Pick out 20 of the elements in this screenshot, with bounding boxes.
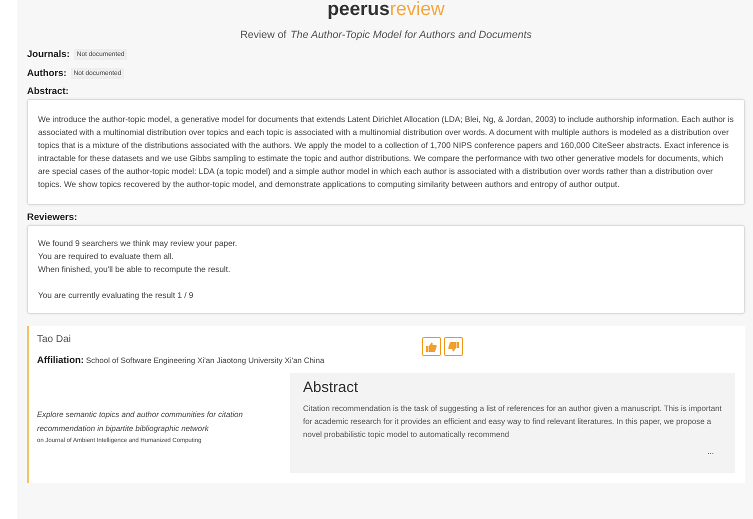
info-text: When finished, you'll be able to recompute the result. <box>38 264 232 276</box>
paper-title: The Author-Topic Model for Authors and Documents <box>290 29 532 41</box>
affiliation-label: Affiliation: <box>37 355 84 366</box>
candidate-name: Tao Dai <box>37 334 72 345</box>
logo: peerusreview <box>326 0 446 20</box>
status-text: You are currently evaluating the result 1 / 9 <box>38 290 194 302</box>
meta-label: Authors: <box>27 68 67 79</box>
review-of-label: Review of <box>240 29 286 41</box>
thumbs-up-icon <box>426 342 437 352</box>
info-text: You are required to evaluate them all. <box>38 251 175 263</box>
more-text: ... <box>706 447 715 456</box>
thumbs-down-icon <box>448 342 459 352</box>
thumbs-down-button[interactable] <box>444 337 463 356</box>
abstract-text: We introduce the author-topic model, a generative model for documents that extends Latent Dirichlet Allocation (LDA; Blei, Ng, & Jordan, 2003) to include authorship information. Each author is associated with a multinomial distribution over topics and each topic is associated with a multinomial distribution over words. A document with multiple authors is modeled as a distribution over topics that is a mixture of the distributions associated with the authors. We apply the model to a collection of 1,700 NIPS conference papers and 160,000 CiteSeer abstracts. Exact inference is intractable for these datasets and we use Gibbs sampling to estimate the topic and author distributions. We compare the performance with two other generative models for documents, which are special cases of the author-topic model: LDA (a topic model) and a simple author model in which each author is associated with a distribution over words rather than a distribution over topics. We show topics recovered by the author-topic model, and demonstrate applications to computing similarity between authors and entropy of author output. <box>38 114 734 191</box>
section-label: Abstract: <box>27 86 70 97</box>
meta-label: Journals: <box>27 49 70 60</box>
section-label: Reviewers: <box>27 212 78 223</box>
abstract-heading: Abstract <box>303 379 360 396</box>
info-text: We found 9 searchers we think may review your paper. <box>38 238 238 250</box>
thumbs-up-button[interactable] <box>422 337 441 356</box>
